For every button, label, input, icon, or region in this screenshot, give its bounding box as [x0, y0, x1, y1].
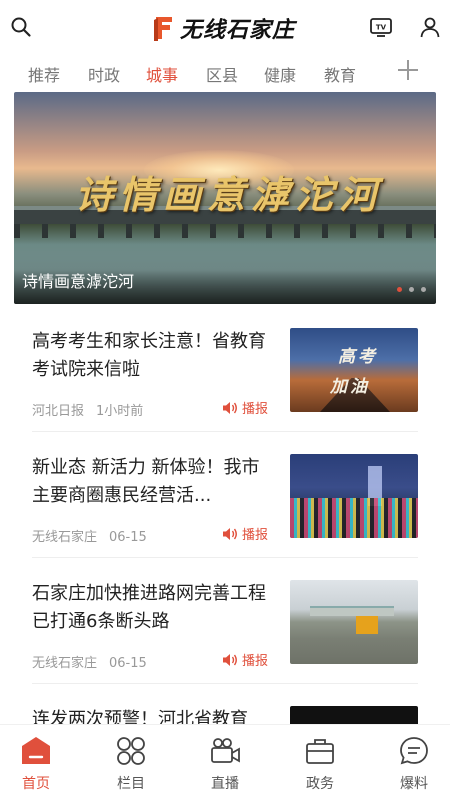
app-title: 无线石家庄	[180, 17, 296, 43]
banner-calligraphy: 诗情画意滹沱河	[74, 172, 383, 217]
tv-icon[interactable]: TV	[368, 14, 394, 40]
carousel-dot[interactable]	[397, 287, 402, 292]
broadcast-label: 播报	[242, 528, 269, 543]
nav-label: 首页	[22, 776, 50, 792]
thumbnail-fence	[310, 606, 394, 616]
banner-bridge-piers	[14, 224, 436, 238]
nav-label: 政务	[306, 776, 334, 792]
tab-education[interactable]: 教育	[324, 62, 356, 86]
thumbnail-text: 加油	[330, 377, 370, 397]
broadcast-label: 播报	[242, 654, 269, 669]
thumbnail-crowd	[290, 498, 418, 538]
news-meta: 河北日报 1小时前	[32, 400, 143, 419]
speaker-icon	[223, 527, 237, 540]
tab-districts[interactable]: 区县	[206, 62, 238, 86]
chat-bubble-icon	[400, 737, 428, 765]
news-time: 06-15	[109, 656, 147, 671]
news-thumbnail[interactable]	[290, 454, 418, 538]
news-thumbnail[interactable]	[290, 580, 418, 664]
news-item[interactable]: 石家庄加快推进路网完善工程 已打通6条断头路 无线石家庄 06-15 播报	[32, 558, 418, 684]
carousel-indicator	[397, 287, 426, 292]
nav-label: 栏目	[117, 776, 145, 792]
tab-city[interactable]: 城事	[146, 62, 178, 86]
broadcast-button[interactable]: 播报	[222, 650, 268, 669]
news-item[interactable]: 新业态 新活力 新体验！我市主要商圈惠民经营活... 无线石家庄 06-15 播报	[32, 432, 418, 558]
home-icon	[22, 737, 50, 764]
news-title[interactable]: 新业态 新活力 新体验！我市主要商圈惠民经营活...	[32, 454, 276, 510]
banner-caption: 诗情画意滹沱河	[22, 272, 135, 291]
news-time: 1小时前	[96, 404, 144, 419]
search-icon[interactable]	[8, 14, 34, 40]
carousel-dot[interactable]	[409, 287, 414, 292]
news-thumbnail[interactable]	[290, 706, 418, 724]
nav-label: 爆料	[400, 776, 428, 792]
add-channel-icon[interactable]	[396, 58, 420, 82]
briefcase-icon	[306, 739, 334, 764]
news-item[interactable]: 连发两次预警！河北省教育	[32, 684, 418, 724]
nav-government[interactable]: 政务	[290, 735, 350, 793]
channel-tabs: 推荐 时政 城事 区县 健康 教育	[0, 56, 450, 90]
user-icon[interactable]	[417, 14, 443, 40]
tab-recommend[interactable]: 推荐	[28, 62, 60, 86]
news-list: 高考考生和家长注意！省教育考试院来信啦 河北日报 1小时前 播报 高考 加油 新业…	[0, 306, 450, 724]
broadcast-label: 播报	[242, 402, 269, 417]
nav-report[interactable]: 爆料	[384, 735, 444, 793]
app-header: 无线石家庄 TV	[0, 0, 450, 56]
broadcast-button[interactable]: 播报	[222, 524, 268, 543]
news-meta: 无线石家庄 06-15	[32, 526, 147, 545]
news-source: 无线石家庄	[32, 656, 98, 671]
bottom-nav: 首页 栏目 直播 政务 爆料	[0, 724, 450, 800]
news-meta: 无线石家庄 06-15	[32, 652, 147, 671]
tab-health[interactable]: 健康	[264, 62, 296, 86]
speaker-icon	[223, 653, 237, 666]
news-source: 河北日报	[32, 404, 85, 419]
video-camera-icon	[211, 738, 240, 763]
nav-label: 直播	[211, 776, 239, 792]
banner-carousel[interactable]: 诗情画意滹沱河 诗情画意滹沱河	[14, 92, 436, 304]
grid-icon	[117, 737, 145, 765]
speaker-icon	[223, 401, 237, 414]
news-item[interactable]: 高考考生和家长注意！省教育考试院来信啦 河北日报 1小时前 播报 高考 加油	[32, 306, 418, 432]
thumbnail-loader	[356, 616, 378, 634]
nav-home[interactable]: 首页	[6, 735, 66, 793]
news-time: 06-15	[109, 530, 147, 545]
svg-text:TV: TV	[376, 24, 387, 32]
news-thumbnail[interactable]: 高考 加油	[290, 328, 418, 412]
tab-politics[interactable]: 时政	[88, 62, 120, 86]
news-source: 无线石家庄	[32, 530, 98, 545]
news-title[interactable]: 石家庄加快推进路网完善工程 已打通6条断头路	[32, 580, 276, 636]
app-logo: 无线石家庄	[152, 12, 295, 44]
nav-live[interactable]: 直播	[195, 735, 255, 793]
logo-mark-icon	[154, 17, 172, 41]
thumbnail-text: 高考	[338, 347, 378, 367]
news-title[interactable]: 连发两次预警！河北省教育	[32, 706, 276, 724]
carousel-dot[interactable]	[421, 287, 426, 292]
nav-columns[interactable]: 栏目	[101, 735, 161, 793]
broadcast-button[interactable]: 播报	[222, 398, 268, 417]
news-title[interactable]: 高考考生和家长注意！省教育考试院来信啦	[32, 328, 276, 384]
